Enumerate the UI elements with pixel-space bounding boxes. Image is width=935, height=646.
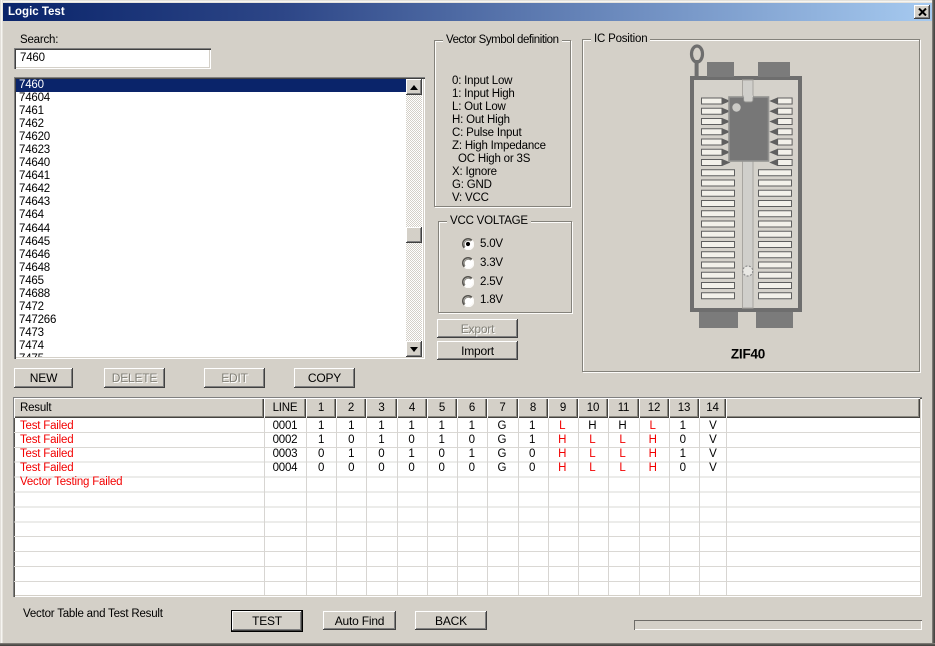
svg-text:ZIF40: ZIF40	[731, 347, 765, 362]
